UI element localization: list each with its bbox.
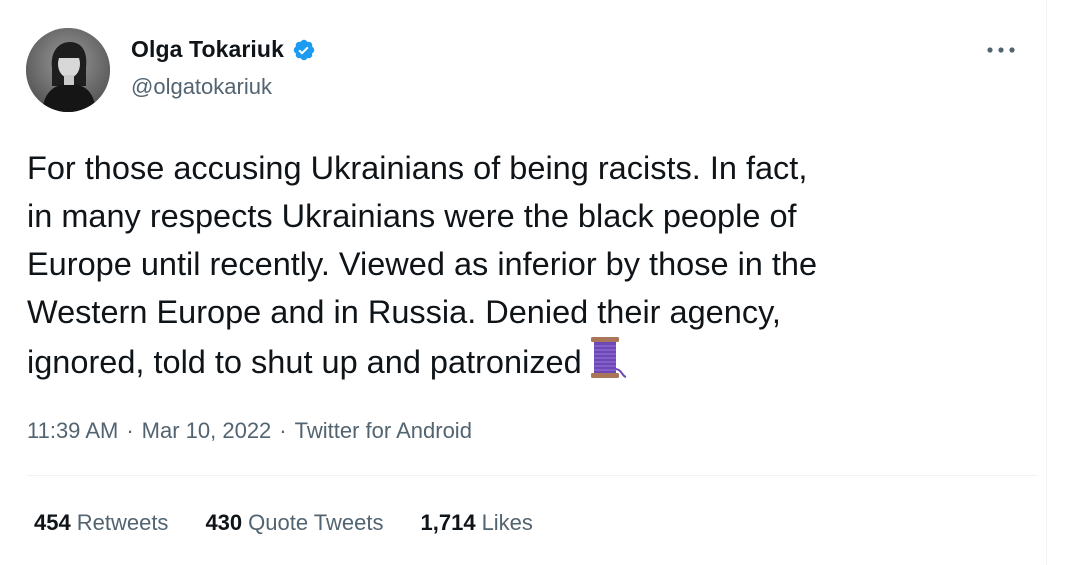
author-handle[interactable]: @olgatokariuk	[131, 74, 272, 100]
retweets-stat[interactable]: 454 Retweets	[34, 510, 168, 536]
likes-label: Likes	[481, 510, 533, 535]
ellipsis-horizontal-icon	[987, 47, 1015, 53]
tweet-text-line-last: ignored, told to shut up and patronized	[27, 336, 1037, 393]
meta-separator: ·	[279, 418, 287, 443]
tweet-text-line: Western Europe and in Russia. Denied the…	[27, 294, 781, 330]
tweet-meta: 11:39 AM · Mar 10, 2022 · Twitter for An…	[27, 418, 472, 444]
quote-tweets-stat[interactable]: 430 Quote Tweets	[205, 510, 383, 536]
divider	[27, 475, 1037, 476]
tweet-text-line: in many respects Ukrainians were the bla…	[27, 198, 797, 234]
quote-tweets-count: 430	[205, 510, 243, 535]
author-name-row[interactable]: Olga Tokariuk	[131, 36, 316, 63]
spool-of-thread-icon	[588, 336, 628, 393]
retweets-count: 454	[34, 510, 71, 535]
avatar[interactable]	[26, 28, 110, 112]
tweet-text-line-content: ignored, told to shut up and patronized	[27, 344, 582, 380]
more-options-button[interactable]	[979, 36, 1023, 64]
retweets-label: Retweets	[76, 510, 169, 535]
tweet-text-line: Europe until recently. Viewed as inferio…	[27, 246, 818, 282]
tweet-text-line: For those accusing Ukrainians of being r…	[27, 150, 808, 186]
verified-badge-icon	[292, 38, 316, 62]
right-border	[1046, 0, 1047, 565]
quote-tweets-label: Quote Tweets	[248, 510, 384, 535]
author-display-name[interactable]: Olga Tokariuk	[131, 36, 284, 63]
tweet-stats: 454 Retweets 430 Quote Tweets 1,714 Like…	[34, 510, 533, 536]
likes-count: 1,714	[420, 510, 476, 535]
profile-photo-avatar	[26, 28, 110, 112]
tweet-source-link[interactable]: Twitter for Android	[295, 418, 472, 444]
tweet-date[interactable]: Mar 10, 2022	[142, 418, 272, 444]
tweet-time[interactable]: 11:39 AM	[27, 418, 118, 444]
tweet-text: For those accusing Ukrainians of being r…	[27, 144, 1037, 393]
meta-separator: ·	[126, 418, 134, 443]
likes-stat[interactable]: 1,714 Likes	[421, 510, 533, 536]
